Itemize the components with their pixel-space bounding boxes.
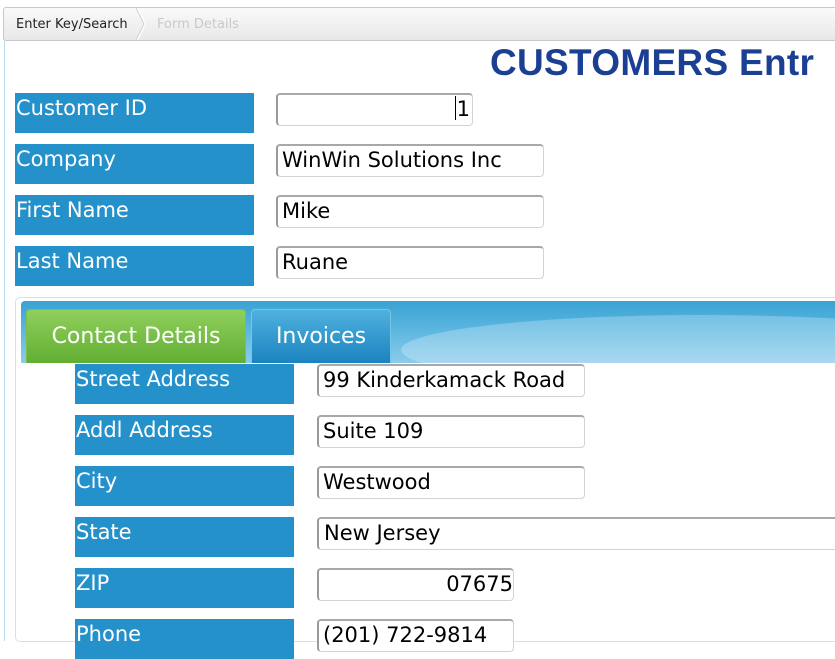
- page-title: CUSTOMERS Entr: [490, 42, 815, 83]
- zip-field[interactable]: 07675: [317, 568, 514, 601]
- chevron-right-icon: [135, 8, 147, 40]
- city-label: City: [75, 466, 294, 506]
- last-name-label: Last Name: [15, 246, 254, 286]
- breadcrumb-step-form-details: Form Details: [157, 17, 239, 32]
- tab-contact-details[interactable]: Contact Details: [26, 309, 246, 363]
- phone-label: Phone: [75, 619, 294, 659]
- tab-invoices[interactable]: Invoices: [251, 309, 391, 363]
- zip-label: ZIP: [75, 568, 294, 608]
- street-address-field[interactable]: 99 Kinderkamack Road: [317, 364, 585, 397]
- breadcrumb: Enter Key/Search Form Details: [3, 7, 835, 41]
- last-name-field[interactable]: Ruane: [276, 246, 544, 279]
- phone-field[interactable]: (201) 722-9814: [317, 619, 514, 652]
- customer-id-value: 1: [456, 97, 470, 121]
- addl-address-label: Addl Address: [75, 415, 294, 455]
- breadcrumb-step-search[interactable]: Enter Key/Search: [16, 8, 128, 40]
- street-address-label: Street Address: [75, 364, 294, 404]
- frame-border: [4, 41, 5, 641]
- company-field[interactable]: WinWin Solutions Inc: [276, 144, 544, 177]
- state-label: State: [75, 517, 294, 557]
- company-label: Company: [15, 144, 254, 184]
- first-name-field[interactable]: Mike: [276, 195, 544, 228]
- state-select[interactable]: New Jersey: [317, 517, 835, 550]
- first-name-label: First Name: [15, 195, 254, 235]
- text-caret: [454, 96, 456, 120]
- customer-id-field[interactable]: 1: [276, 93, 473, 126]
- tab-strip-highlight: [401, 315, 835, 363]
- customer-id-label: Customer ID: [15, 93, 254, 133]
- city-field[interactable]: Westwood: [317, 466, 585, 499]
- addl-address-field[interactable]: Suite 109: [317, 415, 585, 448]
